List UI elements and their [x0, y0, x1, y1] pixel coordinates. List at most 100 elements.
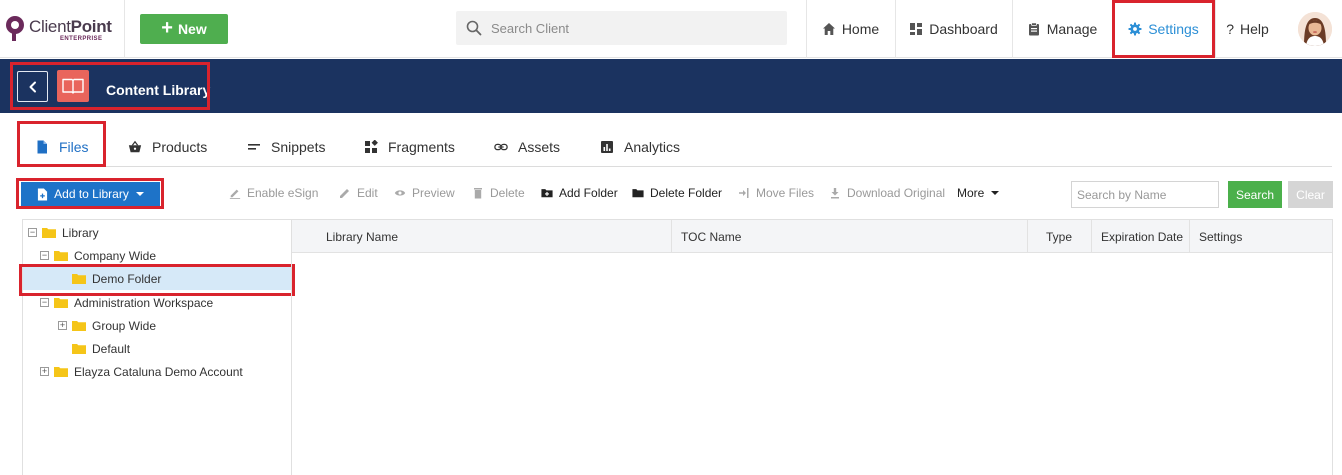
basket-icon	[128, 140, 142, 153]
tree-node-default[interactable]: Default	[72, 337, 130, 360]
move-files-button[interactable]: Move Files	[738, 185, 814, 201]
file-add-icon	[38, 188, 48, 200]
logo-subtitle: ENTERPRISE	[60, 36, 103, 42]
pencil-icon	[340, 189, 349, 198]
tree-node-library[interactable]: − Library	[28, 221, 99, 244]
folder-icon	[42, 228, 56, 238]
folder-icon	[632, 189, 644, 198]
logo-wordmark: ClientPoint	[29, 17, 112, 36]
file-icon	[37, 140, 47, 154]
tree-node-label: Default	[92, 341, 131, 356]
edit-label: Edit	[357, 186, 378, 200]
expand-icon[interactable]: +	[40, 367, 49, 376]
tree-node-demo-folder[interactable]: Demo Folder	[23, 267, 291, 290]
open-book-icon	[57, 70, 89, 102]
tab-fragments[interactable]: Fragments	[364, 128, 455, 166]
clipboard-icon	[1028, 22, 1039, 36]
preview-label: Preview	[412, 186, 455, 200]
clientpoint-logo[interactable]: ClientPoint ENTERPRISE	[4, 13, 122, 45]
link-icon	[494, 143, 508, 151]
add-to-library-button[interactable]: Add to Library	[21, 182, 160, 206]
tab-analytics-label: Analytics	[624, 139, 681, 155]
tree-node-administration-workspace[interactable]: − Administration Workspace	[40, 291, 213, 314]
folder-add-icon	[541, 189, 553, 198]
nav-home[interactable]: Home	[806, 0, 894, 58]
tab-analytics[interactable]: Analytics	[600, 128, 680, 166]
nav-home-label: Home	[841, 21, 880, 37]
tree-node-demo-account[interactable]: + Elayza Cataluna Demo Account	[40, 360, 243, 383]
help-icon: ?	[1226, 21, 1234, 37]
content-tabs: Files Products Snippets Fragments Assets…	[20, 128, 1332, 167]
move-icon	[739, 188, 749, 198]
move-files-label: Move Files	[756, 186, 815, 200]
chevron-down-icon	[135, 192, 144, 196]
clear-button[interactable]: Clear	[1288, 181, 1333, 208]
tab-fragments-label: Fragments	[388, 139, 455, 155]
tab-products-label: Products	[152, 139, 208, 155]
column-toc-name[interactable]: TOC Name	[672, 220, 1028, 253]
nav-settings[interactable]: Settings	[1112, 0, 1214, 58]
tab-files[interactable]: Files	[35, 128, 89, 166]
tree-node-label: Company Wide	[74, 248, 157, 263]
delete-folder-label: Delete Folder	[650, 186, 723, 200]
column-settings[interactable]: Settings	[1190, 220, 1332, 253]
trash-icon	[474, 188, 482, 199]
download-icon	[831, 188, 839, 199]
search-by-name-input[interactable]	[1071, 181, 1219, 208]
nav-manage[interactable]: Manage	[1012, 0, 1111, 58]
widgets-icon	[365, 140, 378, 153]
tab-snippets-label: Snippets	[271, 139, 326, 155]
new-button[interactable]: + New	[140, 14, 228, 44]
search-button[interactable]: Search	[1228, 181, 1282, 208]
tab-assets[interactable]: Assets	[494, 128, 560, 166]
more-dropdown[interactable]: More	[957, 185, 1000, 201]
tab-files-label: Files	[59, 139, 89, 155]
add-folder-button[interactable]: Add Folder	[541, 185, 618, 201]
tree-node-label: Elayza Cataluna Demo Account	[74, 364, 243, 379]
grid-header: Library Name TOC Name Type Expiration Da…	[292, 220, 1332, 253]
enable-esign-button[interactable]: Enable eSign	[229, 185, 318, 201]
delete-button[interactable]: Delete	[472, 185, 525, 201]
top-navigation-bar: ClientPoint ENTERPRISE + New Home Dashbo…	[0, 0, 1342, 58]
preview-button[interactable]: Preview	[394, 185, 455, 201]
tree-node-company-wide[interactable]: − Company Wide	[40, 244, 156, 267]
folder-icon	[54, 298, 68, 308]
user-avatar[interactable]	[1298, 12, 1332, 46]
client-search[interactable]	[456, 11, 787, 45]
tree-node-group-wide[interactable]: + Group Wide	[58, 314, 156, 337]
folder-icon	[54, 367, 68, 377]
folder-icon	[72, 321, 86, 331]
tab-snippets[interactable]: Snippets	[247, 128, 325, 166]
logo-divider	[124, 0, 125, 58]
client-search-input[interactable]	[491, 20, 781, 36]
add-to-library-label: Add to Library	[54, 187, 129, 201]
tab-products[interactable]: Products	[128, 128, 207, 166]
collapse-icon[interactable]: −	[40, 298, 49, 307]
nav-help[interactable]: ? Help	[1215, 0, 1279, 58]
back-button[interactable]	[17, 71, 48, 102]
tree-node-label: Demo Folder	[92, 271, 162, 286]
chevron-left-icon	[29, 81, 36, 92]
download-original-button[interactable]: Download Original	[829, 185, 945, 201]
column-type[interactable]: Type	[1028, 220, 1092, 253]
collapse-icon[interactable]: −	[40, 251, 49, 260]
folder-icon	[72, 344, 86, 354]
delete-folder-button[interactable]: Delete Folder	[632, 185, 722, 201]
nav-dashboard[interactable]: Dashboard	[895, 0, 1011, 58]
collapse-icon[interactable]: −	[28, 228, 37, 237]
add-folder-label: Add Folder	[559, 186, 618, 200]
clientpoint-logo-icon	[6, 16, 24, 41]
library-folder-tree: − Library − Company Wide Demo Folder − A…	[22, 219, 292, 475]
chevron-down-icon	[991, 191, 1000, 195]
signature-icon	[229, 189, 241, 199]
page-header: Content Library	[0, 59, 1342, 113]
new-button-label: New	[177, 21, 207, 37]
expand-icon[interactable]: +	[58, 321, 67, 330]
edit-button[interactable]: Edit	[339, 185, 378, 201]
more-label: More	[957, 186, 985, 200]
column-expiration-date[interactable]: Expiration Date	[1092, 220, 1190, 253]
column-library-name[interactable]: Library Name	[292, 220, 672, 253]
nav-dashboard-label: Dashboard	[929, 21, 998, 37]
plus-icon: +	[161, 17, 173, 39]
short-text-icon	[248, 144, 260, 150]
